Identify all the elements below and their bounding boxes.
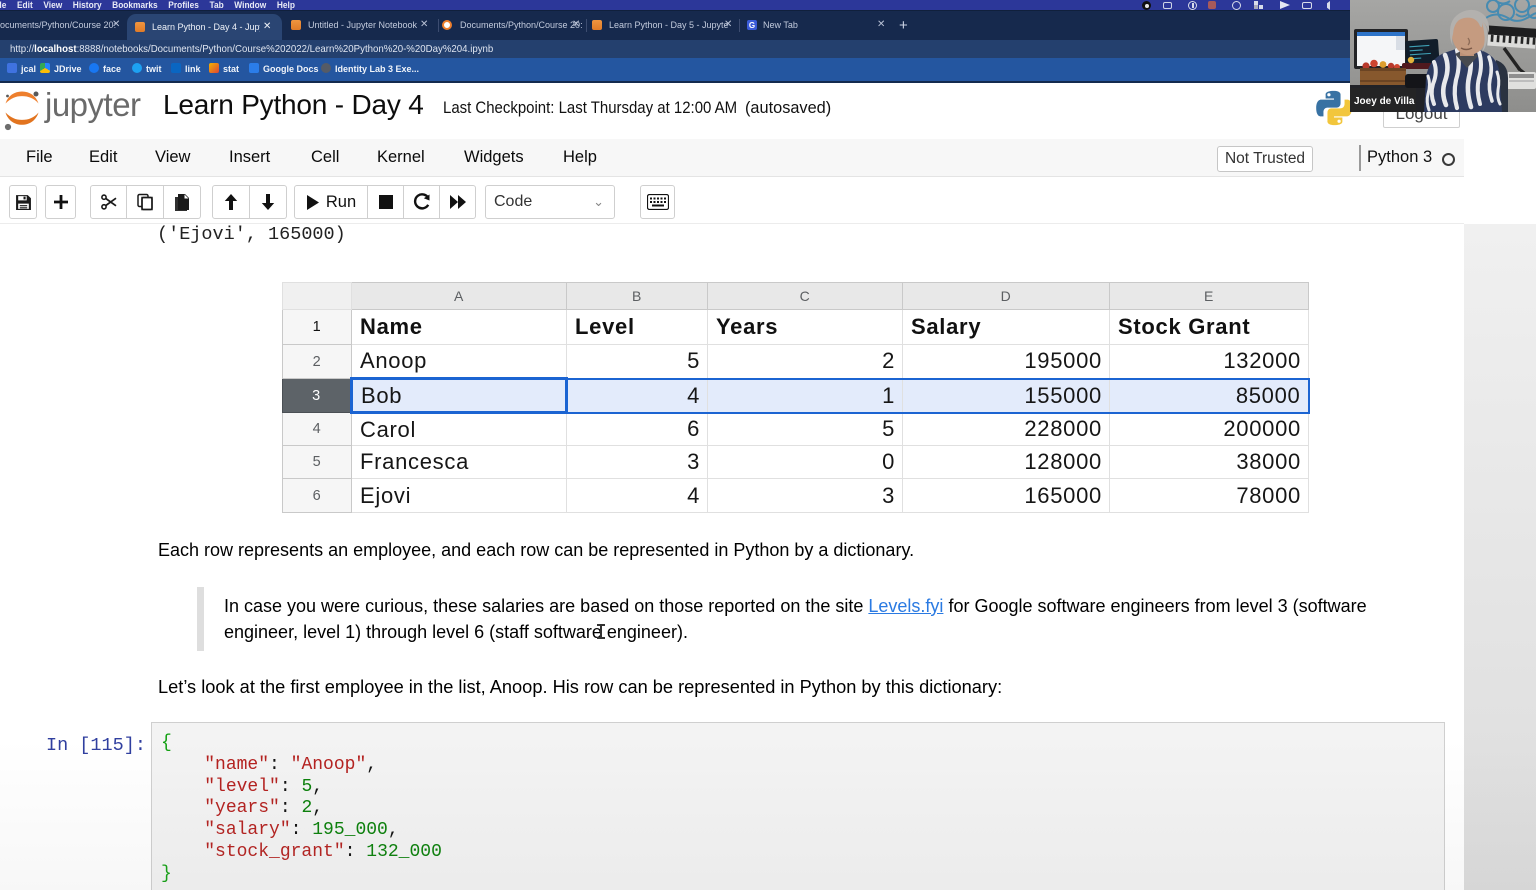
svg-text:Joey de Villa: Joey de Villa [1354,96,1415,107]
